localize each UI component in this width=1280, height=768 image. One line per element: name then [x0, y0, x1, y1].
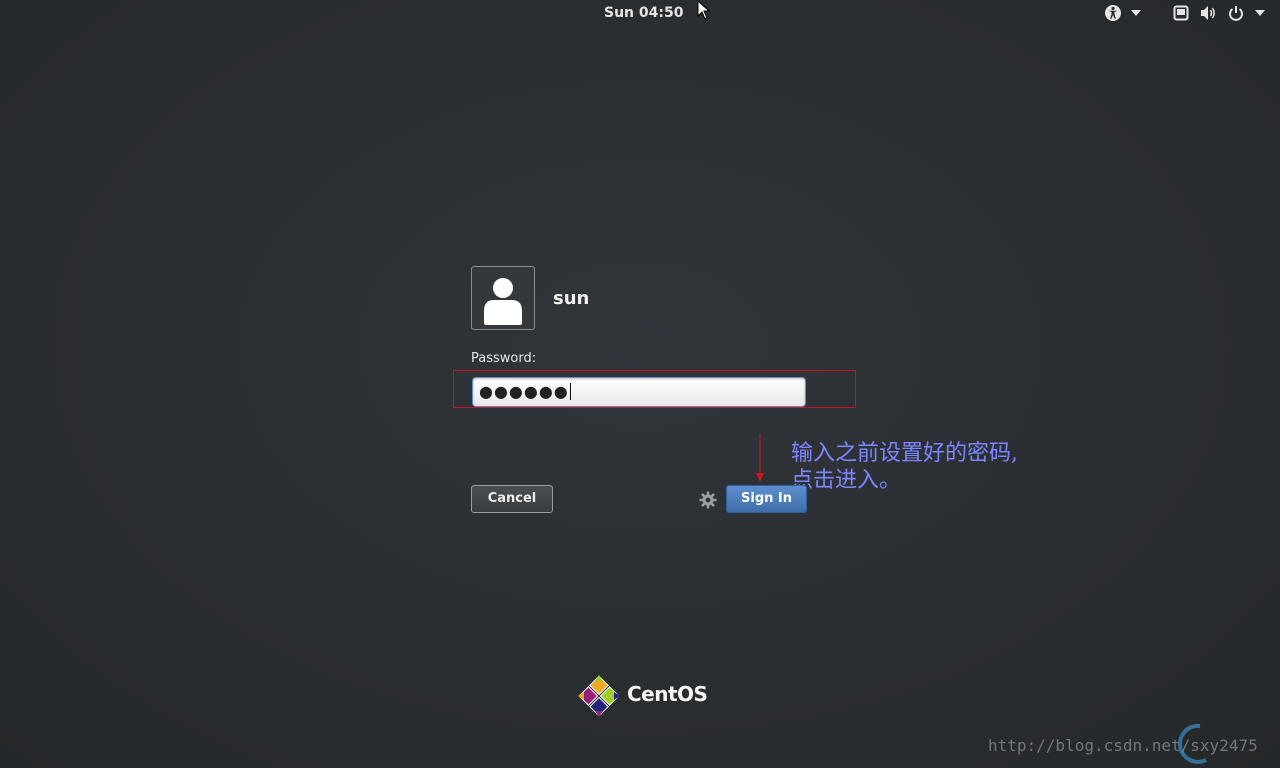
- system-tray: [1100, 4, 1270, 24]
- password-label: Password:: [471, 351, 537, 366]
- power-icon[interactable]: [1228, 5, 1244, 21]
- annotation-text: 输入之前设置好的密码, 点击进入。: [791, 440, 1018, 494]
- clock[interactable]: Sun 04:50: [604, 5, 683, 21]
- annotation-line-2: 点击进入。: [791, 468, 902, 493]
- annotation-arrow-icon: [756, 434, 764, 482]
- centos-logo-icon: [578, 675, 620, 717]
- accessibility-icon[interactable]: [1104, 4, 1122, 22]
- user-icon: [484, 278, 522, 325]
- display-icon[interactable]: [1173, 5, 1189, 21]
- password-field[interactable]: ●●●●●●: [472, 377, 806, 407]
- mouse-pointer-icon: [697, 0, 711, 20]
- username-label: sun: [553, 288, 590, 309]
- avatar: [471, 266, 535, 330]
- password-mask: ●●●●●●: [479, 382, 569, 401]
- sign-in-button[interactable]: Sign In: [726, 485, 807, 513]
- cancel-button[interactable]: Cancel: [471, 485, 553, 513]
- centos-logo-text: CentOS: [627, 682, 708, 706]
- volume-icon[interactable]: [1200, 5, 1218, 21]
- gear-icon[interactable]: [699, 491, 717, 509]
- annotation-line-1: 输入之前设置好的密码,: [791, 441, 1018, 466]
- chevron-down-icon[interactable]: [1131, 10, 1141, 16]
- chevron-down-icon[interactable]: [1255, 10, 1265, 16]
- login-screen: Sun 04:50 sun Password: ●●●●●● 输入之前设置好的密…: [0, 0, 1280, 768]
- watermark-logo-icon: [1178, 723, 1207, 764]
- text-caret: [569, 383, 571, 400]
